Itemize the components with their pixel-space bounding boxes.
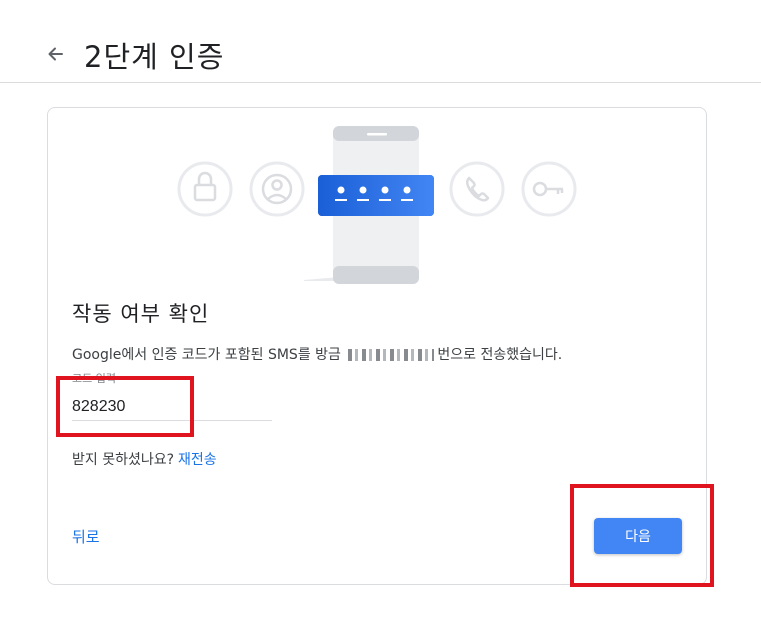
back-link[interactable]: 뒤로 (72, 526, 100, 547)
next-button[interactable]: 다음 (594, 518, 682, 554)
resend-link[interactable]: 재전송 (178, 452, 217, 468)
sms-description: Google에서 인증 코드가 포함된 SMS를 방금 번으로 전송했습니다. (72, 344, 562, 364)
page-header: 2단계 인증 (0, 0, 761, 83)
person-icon (249, 161, 305, 217)
arrow-left-icon[interactable] (42, 40, 70, 68)
verification-illustration (174, 123, 582, 288)
section-title: 작동 여부 확인 (72, 302, 210, 326)
verification-card: 작동 여부 확인 Google에서 인증 코드가 포함된 SMS를 방금 번으로… (47, 107, 707, 585)
key-icon (521, 161, 577, 217)
description-prefix: Google에서 인증 코드가 포함된 SMS를 방금 (72, 347, 341, 363)
description-suffix: 번으로 전송했습니다. (437, 347, 563, 363)
phone-call-icon (449, 161, 505, 217)
code-dots-banner (318, 175, 434, 216)
resend-question: 받지 못하셨나요? (72, 452, 175, 468)
lock-icon (177, 161, 233, 217)
resend-line: 받지 못하셨나요? 재전송 (72, 449, 217, 469)
page-title: 2단계 인증 (84, 40, 225, 74)
code-input[interactable] (72, 394, 272, 421)
masked-phone-number (348, 349, 435, 361)
code-input-label: 코드 입력 (72, 372, 116, 385)
